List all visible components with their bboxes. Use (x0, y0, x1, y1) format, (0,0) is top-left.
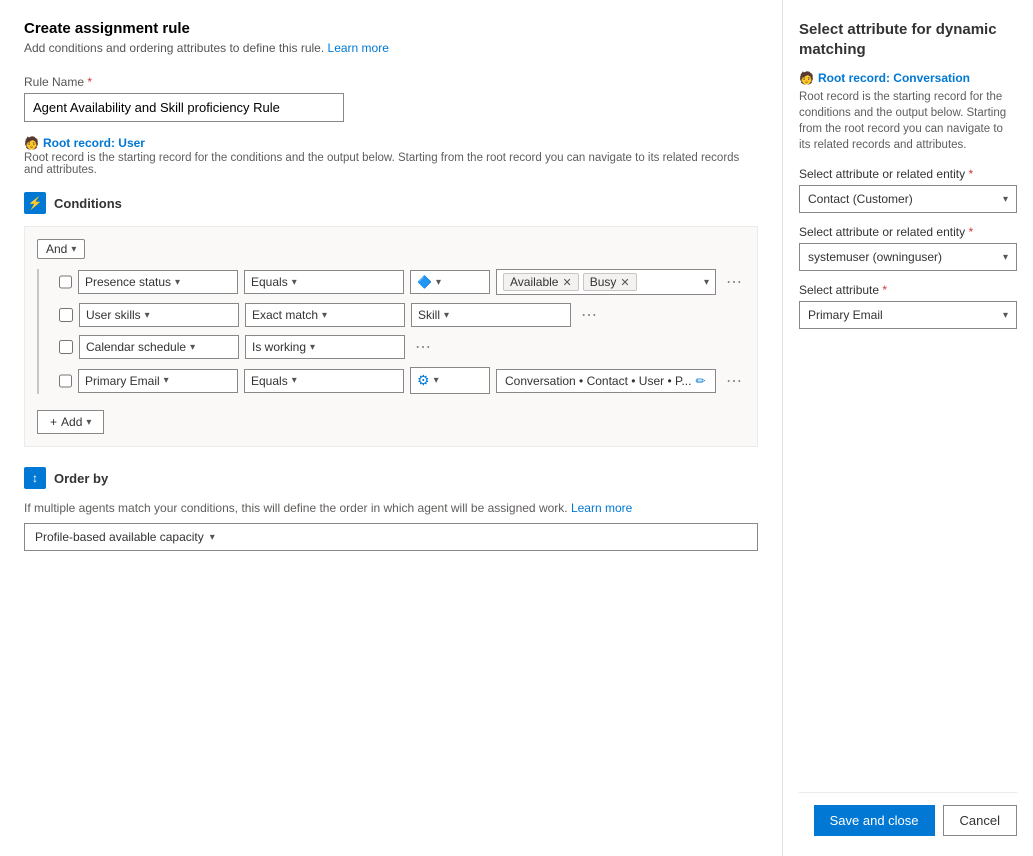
skill-value-select[interactable]: Skill ▾ (411, 303, 571, 327)
condition-checkbox-4[interactable] (59, 374, 72, 388)
primary-email-select[interactable]: Primary Email ▾ (78, 369, 238, 393)
chevron-down-icon: ▾ (86, 417, 91, 428)
more-options-button-2[interactable]: ⋯ (577, 305, 601, 325)
edit-icon[interactable]: ✏ (695, 374, 705, 388)
chevron-down-icon: ▾ (434, 375, 439, 386)
order-by-header: ↕ Order by (24, 467, 758, 489)
chevron-down-icon: ▾ (175, 277, 180, 288)
dynamic-value-display: Conversation • Contact • User • P... ✏ (496, 369, 716, 393)
user-icon: 🧑 (24, 136, 39, 150)
root-record-section: 🧑 Root record: User Root record is the s… (24, 136, 758, 176)
conditions-area: And ▾ Presence status ▾ Equals ▾ 🔷 ▾ (24, 226, 758, 447)
presence-icon: 🔷 (417, 275, 432, 289)
chevron-down-icon: ▾ (164, 375, 169, 386)
rp-footer: Save and close Cancel (799, 792, 1017, 836)
chevron-down-icon: ▾ (1003, 252, 1008, 263)
order-by-learn-more-link[interactable]: Learn more (571, 501, 632, 515)
and-badge[interactable]: And ▾ (37, 239, 85, 259)
order-by-section: ↕ Order by If multiple agents match your… (24, 467, 758, 551)
calendar-schedule-select[interactable]: Calendar schedule ▾ (79, 335, 239, 359)
order-by-select[interactable]: Profile-based available capacity ▾ (24, 523, 758, 551)
conditions-section-header: ⚡ Conditions (24, 192, 758, 214)
page-title: Create assignment rule (24, 20, 758, 37)
dynamic-icon: ⚙ (417, 372, 430, 389)
condition-row: Calendar schedule ▾ Is working ▾ ⋯ (59, 335, 745, 359)
rp-field3-select[interactable]: Primary Email ▾ (799, 301, 1017, 329)
exact-match-select[interactable]: Exact match ▾ (245, 303, 405, 327)
conditions-icon: ⚡ (24, 192, 46, 214)
chevron-down-icon: ▾ (310, 342, 315, 353)
cancel-button[interactable]: Cancel (943, 805, 1017, 836)
rp-field3-label: Select attribute * (799, 283, 1017, 297)
chevron-down-icon: ▾ (292, 277, 297, 288)
chevron-down-icon: ▾ (145, 310, 150, 321)
chevron-down-icon: ▾ (444, 310, 449, 321)
chevron-down-icon: ▾ (1003, 194, 1008, 205)
more-options-button-1[interactable]: ⋯ (722, 272, 746, 292)
close-icon[interactable]: ✕ (620, 276, 629, 289)
root-record-label: 🧑 Root record: User (24, 136, 758, 150)
add-condition-button[interactable]: + Add ▾ (37, 410, 104, 434)
order-by-label: Order by (54, 471, 108, 486)
chevron-down-icon: ▾ (190, 342, 195, 353)
rule-name-input[interactable] (24, 93, 344, 122)
equals-operator-select-4[interactable]: Equals ▾ (244, 369, 404, 393)
right-panel: Select attribute for dynamic matching 🧑 … (783, 0, 1033, 856)
presence-status-select[interactable]: Presence status ▾ (78, 270, 238, 294)
root-record-desc: Root record is the starting record for t… (24, 152, 758, 176)
tags-area-1: Available ✕ Busy ✕ ▾ (496, 269, 716, 295)
learn-more-link[interactable]: Learn more (328, 41, 389, 55)
right-panel-title: Select attribute for dynamic matching (799, 20, 1017, 59)
tag-busy: Busy ✕ (583, 273, 637, 291)
conditions-label: Conditions (54, 196, 122, 211)
more-options-button-3[interactable]: ⋯ (411, 337, 435, 357)
is-working-select[interactable]: Is working ▾ (245, 335, 405, 359)
order-by-desc: If multiple agents match your conditions… (24, 501, 758, 515)
chevron-down-icon: ▾ (210, 532, 215, 543)
save-and-close-button[interactable]: Save and close (814, 805, 935, 836)
chevron-down-icon: ▾ (436, 277, 441, 288)
chevron-down-icon: ▾ (292, 375, 297, 386)
chevron-down-icon[interactable]: ▾ (704, 277, 709, 288)
condition-row: Primary Email ▾ Equals ▾ ⚙ ▾ Conversatio… (59, 367, 745, 394)
close-icon[interactable]: ✕ (562, 276, 571, 289)
tag-available: Available ✕ (503, 273, 579, 291)
rp-field2-label: Select attribute or related entity * (799, 225, 1017, 239)
condition-row: Presence status ▾ Equals ▾ 🔷 ▾ Available… (59, 269, 745, 295)
value-type-select-4[interactable]: ⚙ ▾ (410, 367, 490, 394)
and-chevron-icon: ▾ (71, 244, 76, 255)
condition-rows: Presence status ▾ Equals ▾ 🔷 ▾ Available… (37, 269, 745, 394)
rule-name-label: Rule Name * (24, 75, 758, 89)
condition-checkbox-2[interactable] (59, 308, 73, 322)
rp-field1-label: Select attribute or related entity * (799, 167, 1017, 181)
equals-operator-select-1[interactable]: Equals ▾ (244, 270, 404, 294)
chevron-down-icon: ▾ (1003, 310, 1008, 321)
condition-row: User skills ▾ Exact match ▾ Skill ▾ ⋯ (59, 303, 745, 327)
condition-checkbox-3[interactable] (59, 340, 73, 354)
condition-checkbox-1[interactable] (59, 275, 72, 289)
chevron-down-icon: ▾ (322, 310, 327, 321)
page-subtitle: Add conditions and ordering attributes t… (24, 41, 758, 55)
left-panel: Create assignment rule Add conditions an… (0, 0, 783, 856)
rp-field2-select[interactable]: systemuser (owninguser) ▾ (799, 243, 1017, 271)
rp-field1-select[interactable]: Contact (Customer) ▾ (799, 185, 1017, 213)
user-skills-select[interactable]: User skills ▾ (79, 303, 239, 327)
plus-icon: + (50, 415, 57, 429)
rp-root-desc: Root record is the starting record for t… (799, 89, 1017, 153)
more-options-button-4[interactable]: ⋯ (722, 371, 746, 391)
value-type-select-1[interactable]: 🔷 ▾ (410, 270, 490, 294)
root-record-icon: 🧑 (799, 71, 814, 85)
order-by-icon: ↕ (24, 467, 46, 489)
rp-root-label: 🧑 Root record: Conversation (799, 71, 1017, 85)
